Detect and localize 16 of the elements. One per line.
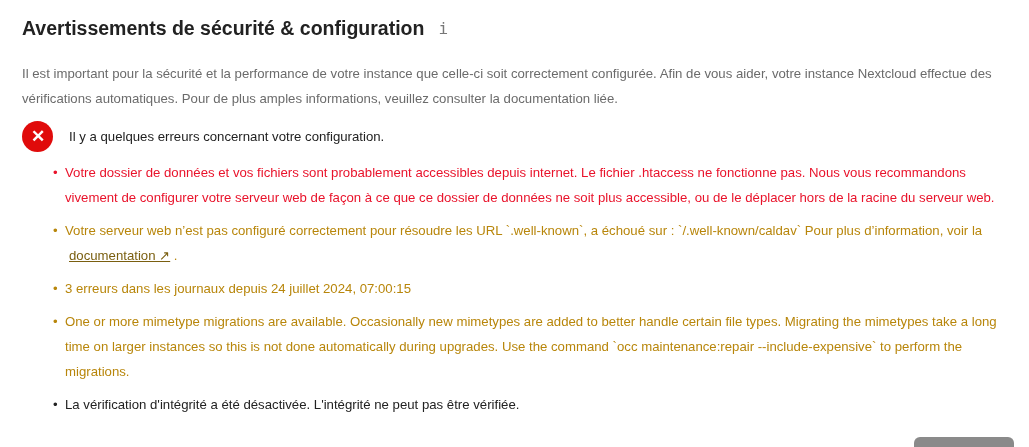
issue-text: Votre serveur web n’est pas configuré correctement pour résoudre les URL `.well-known`, a échoué sur : `/.well-known/caldav` Pour plus d’information, voir la documentation ↗ .: [65, 222, 984, 266]
bullet-marker: •: [53, 280, 59, 299]
issue-text: One or more mimetype migrations are available. Occasionally new mimetypes are added to better handle certain file types. Migrating the mimetypes take a long time on larger instances so this is not done automatically during upgrades. Use the command `occ maintenance:repair --include-expensive` to perform the migrations.: [65, 313, 998, 382]
bullet-marker: •: [53, 164, 59, 183]
bullet-marker: •: [53, 313, 59, 332]
documentation-link[interactable]: documentation ↗: [69, 248, 171, 264]
bullet-marker: •: [53, 396, 59, 415]
bullet-marker: •: [53, 222, 59, 241]
info-icon[interactable]: i: [438, 16, 449, 41]
section-title: Avertissements de sécurité & configuration: [22, 16, 425, 41]
status-message: Il y a quelques erreurs concernant votre configuration.: [69, 128, 385, 147]
issue-text: La vérification d'intégrité a été désactivée. L'intégrité ne peut pas être vérifiée.: [65, 396, 520, 415]
issue-text: 3 erreurs dans les journaux depuis 24 juillet 2024, 07:00:15: [65, 280, 412, 299]
error-icon: ✕: [22, 121, 53, 153]
issue-text: Votre dossier de données et vos fichiers sont probablement accessibles depuis internet. Le fichier .htaccess ne fonctionne pas. Nous vous recommandons vivement de configurer votre serveur web de façon à ce que ce dossier de données ne soit plus accessible, ou de le déplacer hors de la racine du serveur web.: [65, 164, 996, 208]
description-text: Il est important pour la sécurité et la performance de votre instance que celle-ci soit correctement configurée. Afin de vous aider, votre instance Nextcloud effectue des vérifications automatiques. Pour de plus amples informations, veuillez consulter la documentation liée.: [22, 65, 993, 109]
